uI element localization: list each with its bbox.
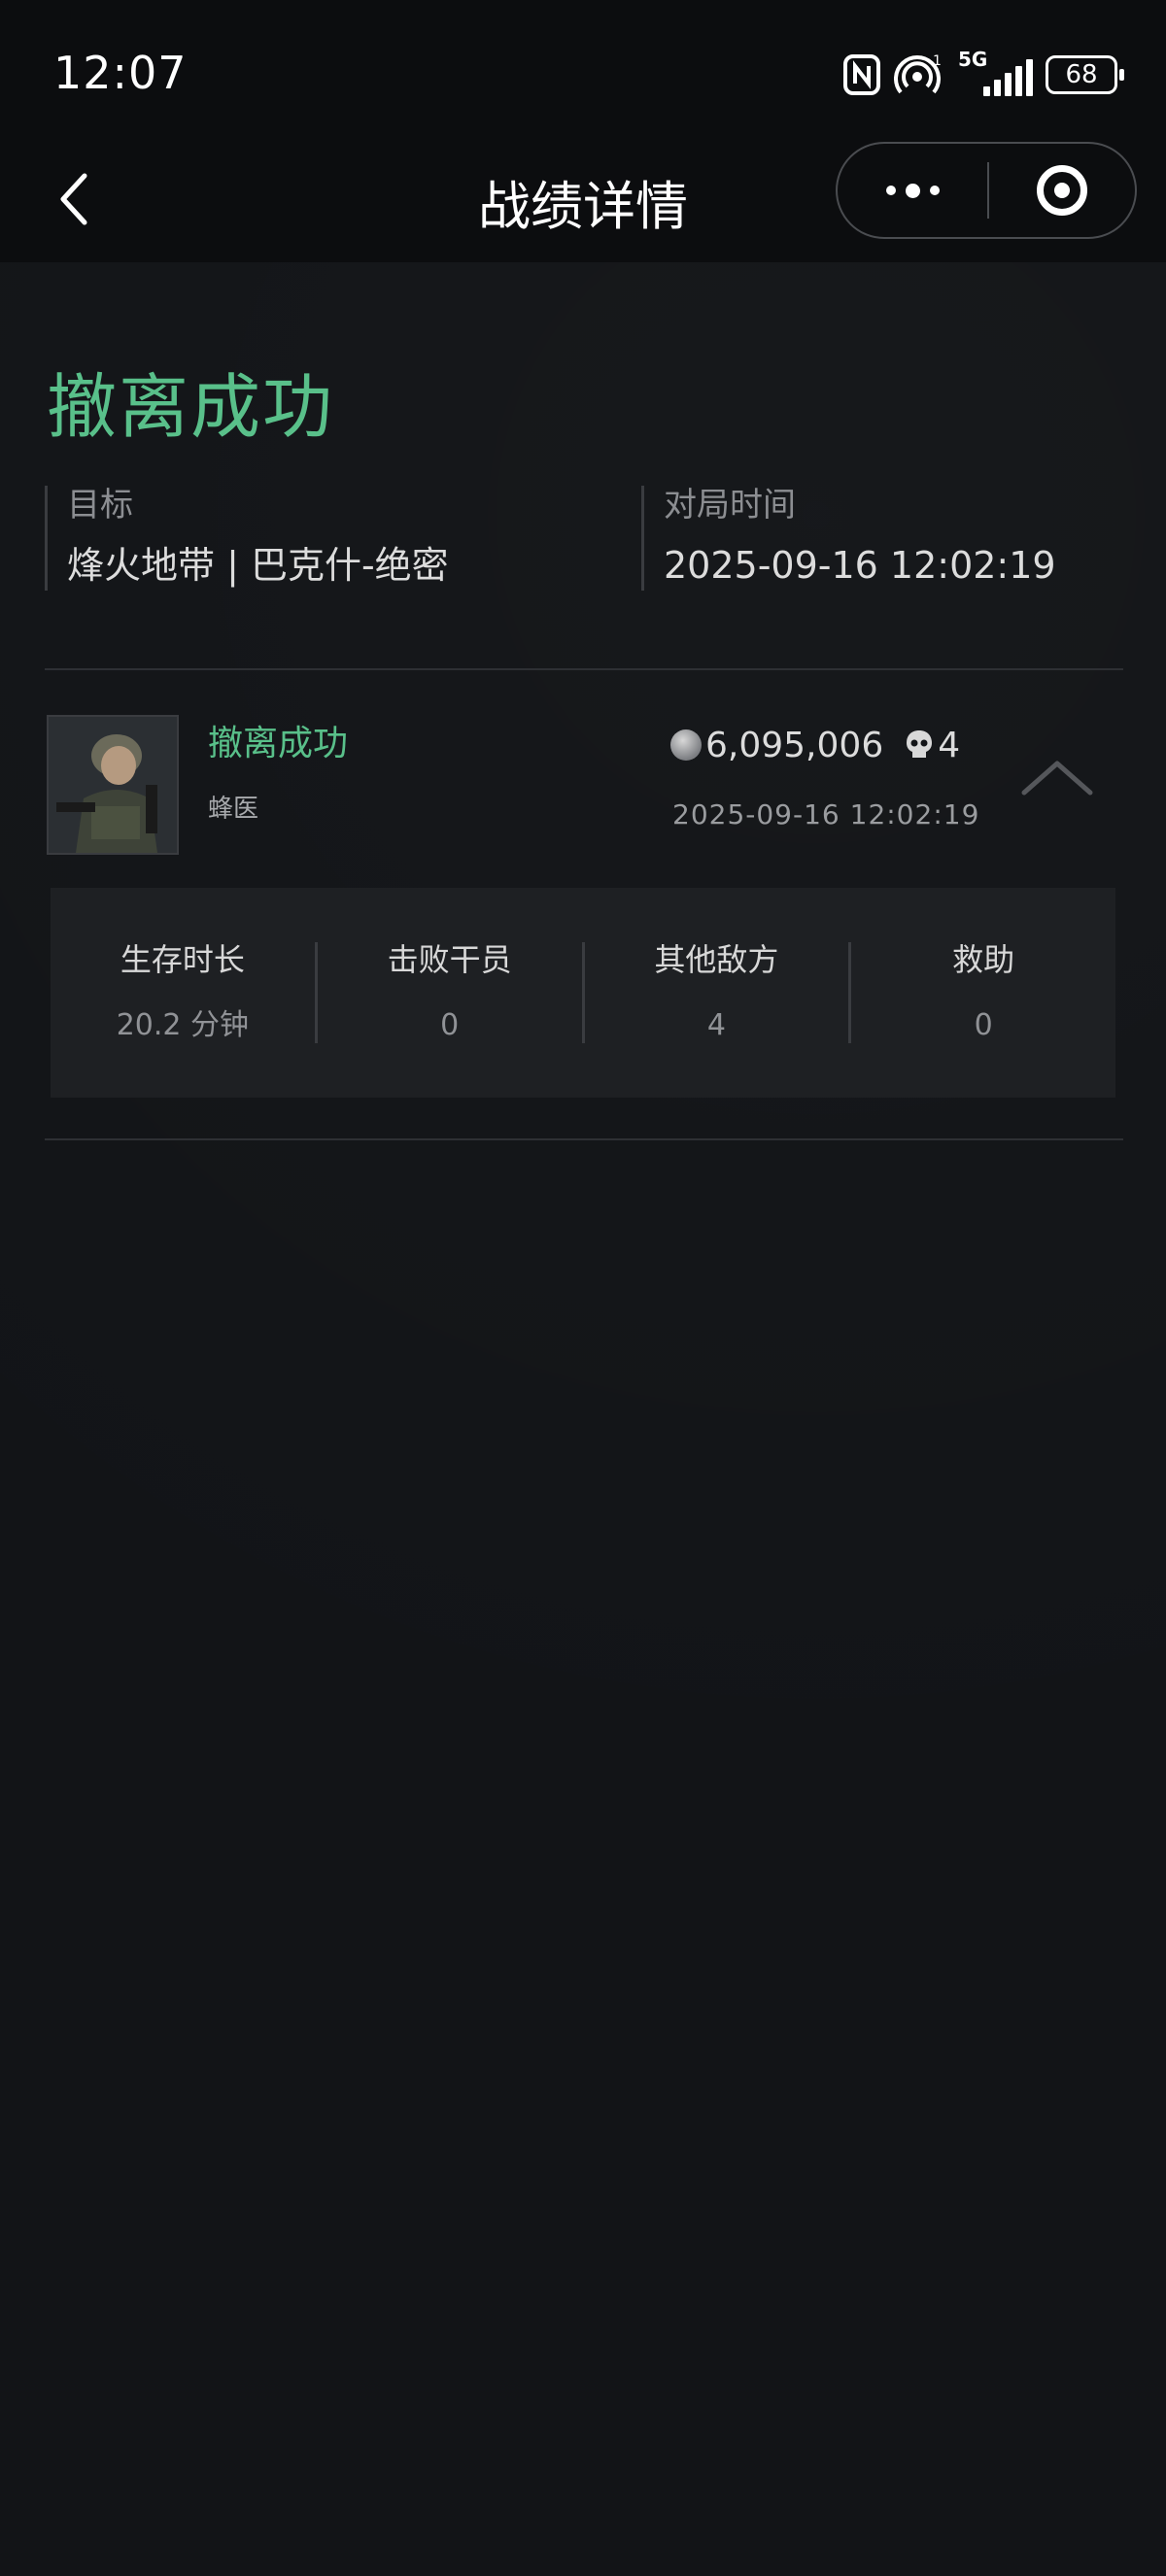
target-label: 目标 bbox=[67, 486, 133, 525]
close-miniprogram-button[interactable] bbox=[989, 144, 1135, 237]
status-icons: 1 5G 68 bbox=[843, 48, 1124, 99]
record-assets: 6,095,006 4 bbox=[670, 721, 960, 769]
info-target: 目标 烽火地带 | 巴克什-绝密 bbox=[45, 486, 449, 591]
kills-value: 4 bbox=[938, 725, 961, 765]
signal-icon: 5G bbox=[954, 48, 1033, 98]
stat-other-enemies: 其他敌方 4 bbox=[585, 942, 852, 1043]
soldier-portrait-icon bbox=[49, 717, 177, 853]
more-dot-icon bbox=[929, 186, 940, 195]
status-time: 12:07 bbox=[53, 47, 188, 99]
stat-value: 0 bbox=[440, 1008, 460, 1042]
stat-assists: 救助 0 bbox=[851, 942, 1115, 1043]
target-value: 烽火地带 | 巴克什-绝密 bbox=[67, 544, 449, 587]
record-time: 2025-09-16 12:02:19 bbox=[672, 798, 980, 830]
stats-panel: 生存时长 20.2 分钟 击败干员 0 其他敌方 4 救助 0 bbox=[51, 888, 1115, 1098]
hotspot-icon: 1 bbox=[894, 53, 941, 94]
stat-value: 4 bbox=[706, 1008, 726, 1042]
nav-bar: 战绩详情 bbox=[0, 142, 1166, 262]
assets-value: 6,095,006 bbox=[705, 725, 884, 765]
match-time-label: 对局时间 bbox=[664, 486, 796, 525]
record-status: 撤离成功 bbox=[208, 724, 349, 763]
target-icon bbox=[1037, 165, 1087, 216]
coin-icon bbox=[670, 729, 702, 761]
info-match-time: 对局时间 2025-09-16 12:02:19 bbox=[641, 486, 1056, 591]
stat-value: 20.2 分钟 bbox=[116, 1008, 250, 1042]
record-operator: 蜂医 bbox=[208, 795, 259, 824]
more-dot-icon bbox=[905, 183, 920, 198]
stat-survival-time: 生存时长 20.2 分钟 bbox=[51, 942, 318, 1043]
stat-label: 生存时长 bbox=[120, 941, 245, 978]
status-bar: 12:07 1 5G 68 bbox=[0, 0, 1166, 146]
more-dot-icon bbox=[885, 186, 896, 195]
divider bbox=[45, 668, 1123, 670]
chevron-up-icon bbox=[1021, 761, 1093, 796]
stat-label: 其他敌方 bbox=[654, 941, 779, 978]
stat-operators-defeated: 击败干员 0 bbox=[318, 942, 585, 1043]
skull-icon bbox=[907, 730, 933, 758]
sim-index: 1 bbox=[933, 53, 941, 69]
divider bbox=[45, 1138, 1123, 1140]
stat-label: 救助 bbox=[952, 941, 1015, 978]
battery-icon: 68 bbox=[1046, 55, 1124, 94]
operator-avatar bbox=[47, 715, 179, 855]
nfc-icon bbox=[843, 54, 880, 95]
result-title: 撤离成功 bbox=[47, 366, 335, 448]
match-time-value: 2025-09-16 12:02:19 bbox=[664, 544, 1056, 587]
miniprogram-capsule bbox=[836, 142, 1137, 239]
stat-value: 0 bbox=[974, 1008, 993, 1042]
more-button[interactable] bbox=[838, 144, 987, 237]
stat-label: 击败干员 bbox=[387, 941, 512, 978]
collapse-button[interactable] bbox=[1018, 748, 1096, 806]
page: 12:07 1 5G 68 战绩详情 撤离成功 目标 烽火地带 | 巴克什-绝密… bbox=[0, 0, 1166, 2576]
signal-bars bbox=[983, 59, 1033, 96]
battery-level: 68 bbox=[1065, 60, 1098, 89]
